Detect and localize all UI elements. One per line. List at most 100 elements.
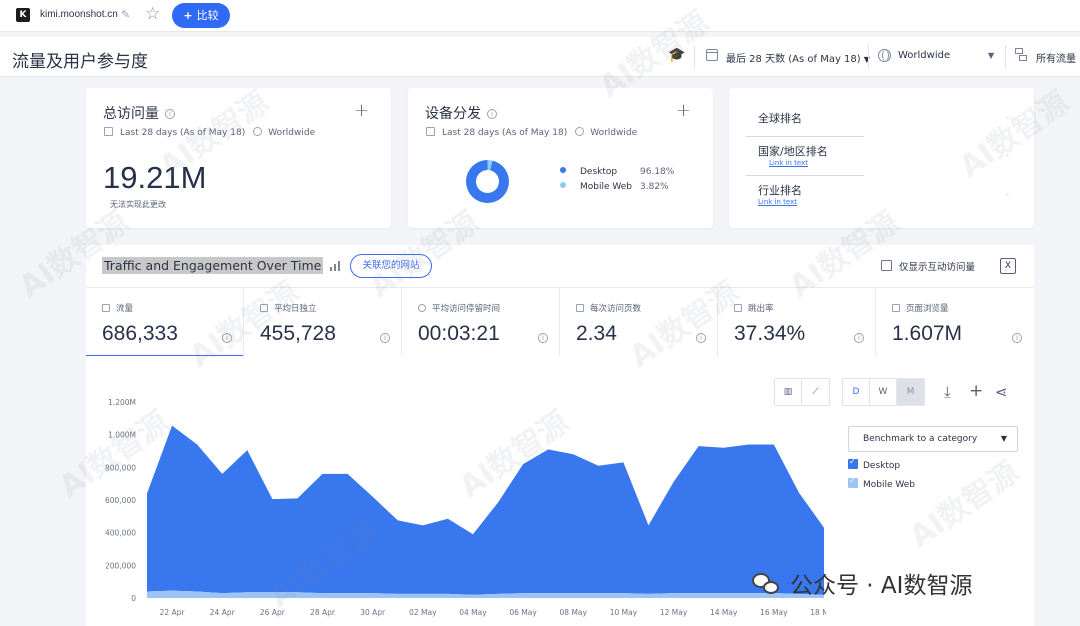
section-title: Traffic and Engagement Over Time (102, 257, 324, 274)
y-tick-label: 400,000 (105, 529, 136, 538)
star-icon[interactable]: ☆ (145, 4, 160, 24)
clock-icon (418, 304, 426, 312)
y-tick-label: 800,000 (105, 463, 136, 472)
site-logo: K (16, 8, 30, 22)
traffic-section-header: Traffic and Engagement Over Time 关联您的网站 … (86, 245, 1034, 287)
traffic-area-chart: 0 200,000 400,000 600,000 800,000 1.000M 1.200… (105, 398, 826, 617)
x-tick-label: 16 May (760, 608, 788, 617)
metric-pages-per-visit[interactable]: 每次访问页数 2.34 i (560, 288, 718, 357)
bounce-icon (734, 304, 742, 312)
country-rank-value: - (1006, 151, 1009, 160)
calendar-icon (104, 127, 113, 136)
users-icon (260, 304, 268, 312)
metric-page-views[interactable]: 页面浏览量 1.607M i (876, 288, 1034, 357)
card-meta: Last 28 days (As of May 18) Worldwide (104, 127, 315, 138)
x-tick-label: 28 Apr (310, 608, 336, 617)
y-tick-label: 0 (131, 594, 136, 603)
checkbox-label: 仅显示互动访问量 (899, 262, 976, 273)
site-name[interactable]: kimi.moonshot.cn (40, 9, 118, 20)
legend-mobile[interactable]: Mobile Web (848, 476, 915, 490)
metric-value: 1.607M (892, 322, 963, 345)
edit-icon[interactable]: ✎ (121, 8, 130, 21)
global-rank-value: - (1006, 113, 1009, 122)
wechat-icon (752, 573, 780, 597)
industry-rank-label: 行业排名 (758, 184, 802, 197)
info-icon[interactable]: i (1012, 333, 1022, 343)
chevron-down-icon[interactable]: ▼ (988, 51, 994, 60)
excel-icon[interactable]: X (1000, 258, 1016, 274)
metric-value: 455,728 (260, 322, 336, 345)
globe-icon (878, 49, 891, 62)
info-icon[interactable]: i (222, 333, 232, 343)
globe-icon (253, 127, 263, 136)
checkbox-icon[interactable] (848, 457, 858, 469)
country-rank-label: 国家/地区排名 (758, 145, 828, 158)
metric-daily-unique[interactable]: 平均日独立 455,728 i (244, 288, 402, 357)
industry-rank-value: - (1006, 190, 1009, 199)
country-rank-link[interactable]: Link in text (769, 159, 808, 167)
divider (694, 45, 695, 69)
granularity-monthly[interactable]: M (897, 379, 924, 405)
traffic-filter-icon[interactable] (1015, 48, 1029, 62)
granularity-toggle: D W M (842, 378, 925, 406)
download-icon[interactable]: ⤓ (944, 383, 951, 401)
plus-icon: + (183, 9, 193, 22)
graduation-cap-icon[interactable]: 🎓 (668, 47, 685, 63)
calendar-icon (426, 127, 435, 136)
channel-watermark: 公众号 · AI数智源 (752, 566, 972, 600)
x-tick-label: 04 May (459, 608, 487, 617)
add-icon[interactable]: + (969, 381, 983, 401)
metric-value: 00:03:21 (418, 322, 500, 345)
industry-rank-link[interactable]: Link in text (758, 198, 797, 206)
info-icon[interactable]: i (380, 333, 390, 343)
bar-chart-icon (330, 261, 344, 271)
metric-value: 2.34 (576, 322, 617, 345)
rank-card: 全球排名 - 国家/地区排名 Link in text - 行业排名 Link … (729, 88, 1034, 228)
compare-button[interactable]: + 比较 (172, 3, 230, 28)
page-views-icon (892, 304, 900, 312)
x-tick-label: 12 May (660, 608, 688, 617)
y-tick-label: 1.000M (108, 431, 136, 440)
y-tick-label: 1.200M (108, 398, 136, 407)
card-title: 总访问量 i (103, 103, 175, 123)
info-icon[interactable]: i (165, 109, 175, 119)
add-icon[interactable]: + (354, 100, 369, 121)
info-icon[interactable]: i (538, 333, 548, 343)
x-tick-label: 22 Apr (160, 608, 186, 617)
calendar-icon (706, 49, 718, 61)
share-icon[interactable]: ⋖ (995, 383, 1008, 401)
connect-website-button[interactable]: 关联您的网站 (350, 254, 432, 278)
granularity-weekly[interactable]: W (870, 379, 897, 405)
device-donut-chart (466, 160, 509, 203)
x-tick-label: 18 May (810, 608, 826, 617)
granularity-daily[interactable]: D (843, 379, 870, 405)
metric-bounce-rate[interactable]: 跳出率 37.34% i (718, 288, 876, 357)
metric-visits[interactable]: 流量 686,333 i (86, 288, 244, 357)
page-title: 流量及用户参与度 (12, 52, 148, 72)
x-tick-label: 14 May (710, 608, 738, 617)
metrics-row: 流量 686,333 i 平均日独立 455,728 i 平均访问停留时间 00… (86, 287, 1034, 357)
legend-mobile: Mobile Web 3.82% (560, 182, 669, 192)
add-icon[interactable]: + (676, 100, 691, 121)
metric-visit-duration[interactable]: 平均访问停留时间 00:03:21 i (402, 288, 560, 357)
engaged-visits-checkbox[interactable] (881, 260, 892, 271)
benchmark-dropdown[interactable]: Benchmark to a category ▼ (848, 426, 1018, 452)
total-visits-card: 总访问量 i + Last 28 days (As of May 18) World… (86, 88, 391, 228)
divider (746, 175, 864, 176)
legend-desktop[interactable]: Desktop (848, 457, 900, 471)
calendar-icon (102, 304, 110, 312)
x-tick-label: 30 Apr (360, 608, 386, 617)
legend-dot (560, 167, 566, 173)
region-selector[interactable]: Worldwide (898, 50, 950, 61)
divider (746, 136, 864, 137)
global-rank-label: 全球排名 (758, 112, 802, 125)
date-range-selector[interactable]: 最后 28 天数 (As of May 18) ▼ (726, 50, 870, 65)
info-icon[interactable]: i (854, 333, 864, 343)
chevron-down-icon: ▼ (1000, 434, 1007, 443)
info-icon[interactable]: i (696, 333, 706, 343)
info-icon[interactable]: i (487, 109, 497, 119)
divider (868, 45, 869, 69)
checkbox-icon[interactable] (848, 476, 858, 488)
traffic-type-selector[interactable]: 所有流量 (1036, 50, 1076, 65)
legend-dot (560, 182, 566, 188)
